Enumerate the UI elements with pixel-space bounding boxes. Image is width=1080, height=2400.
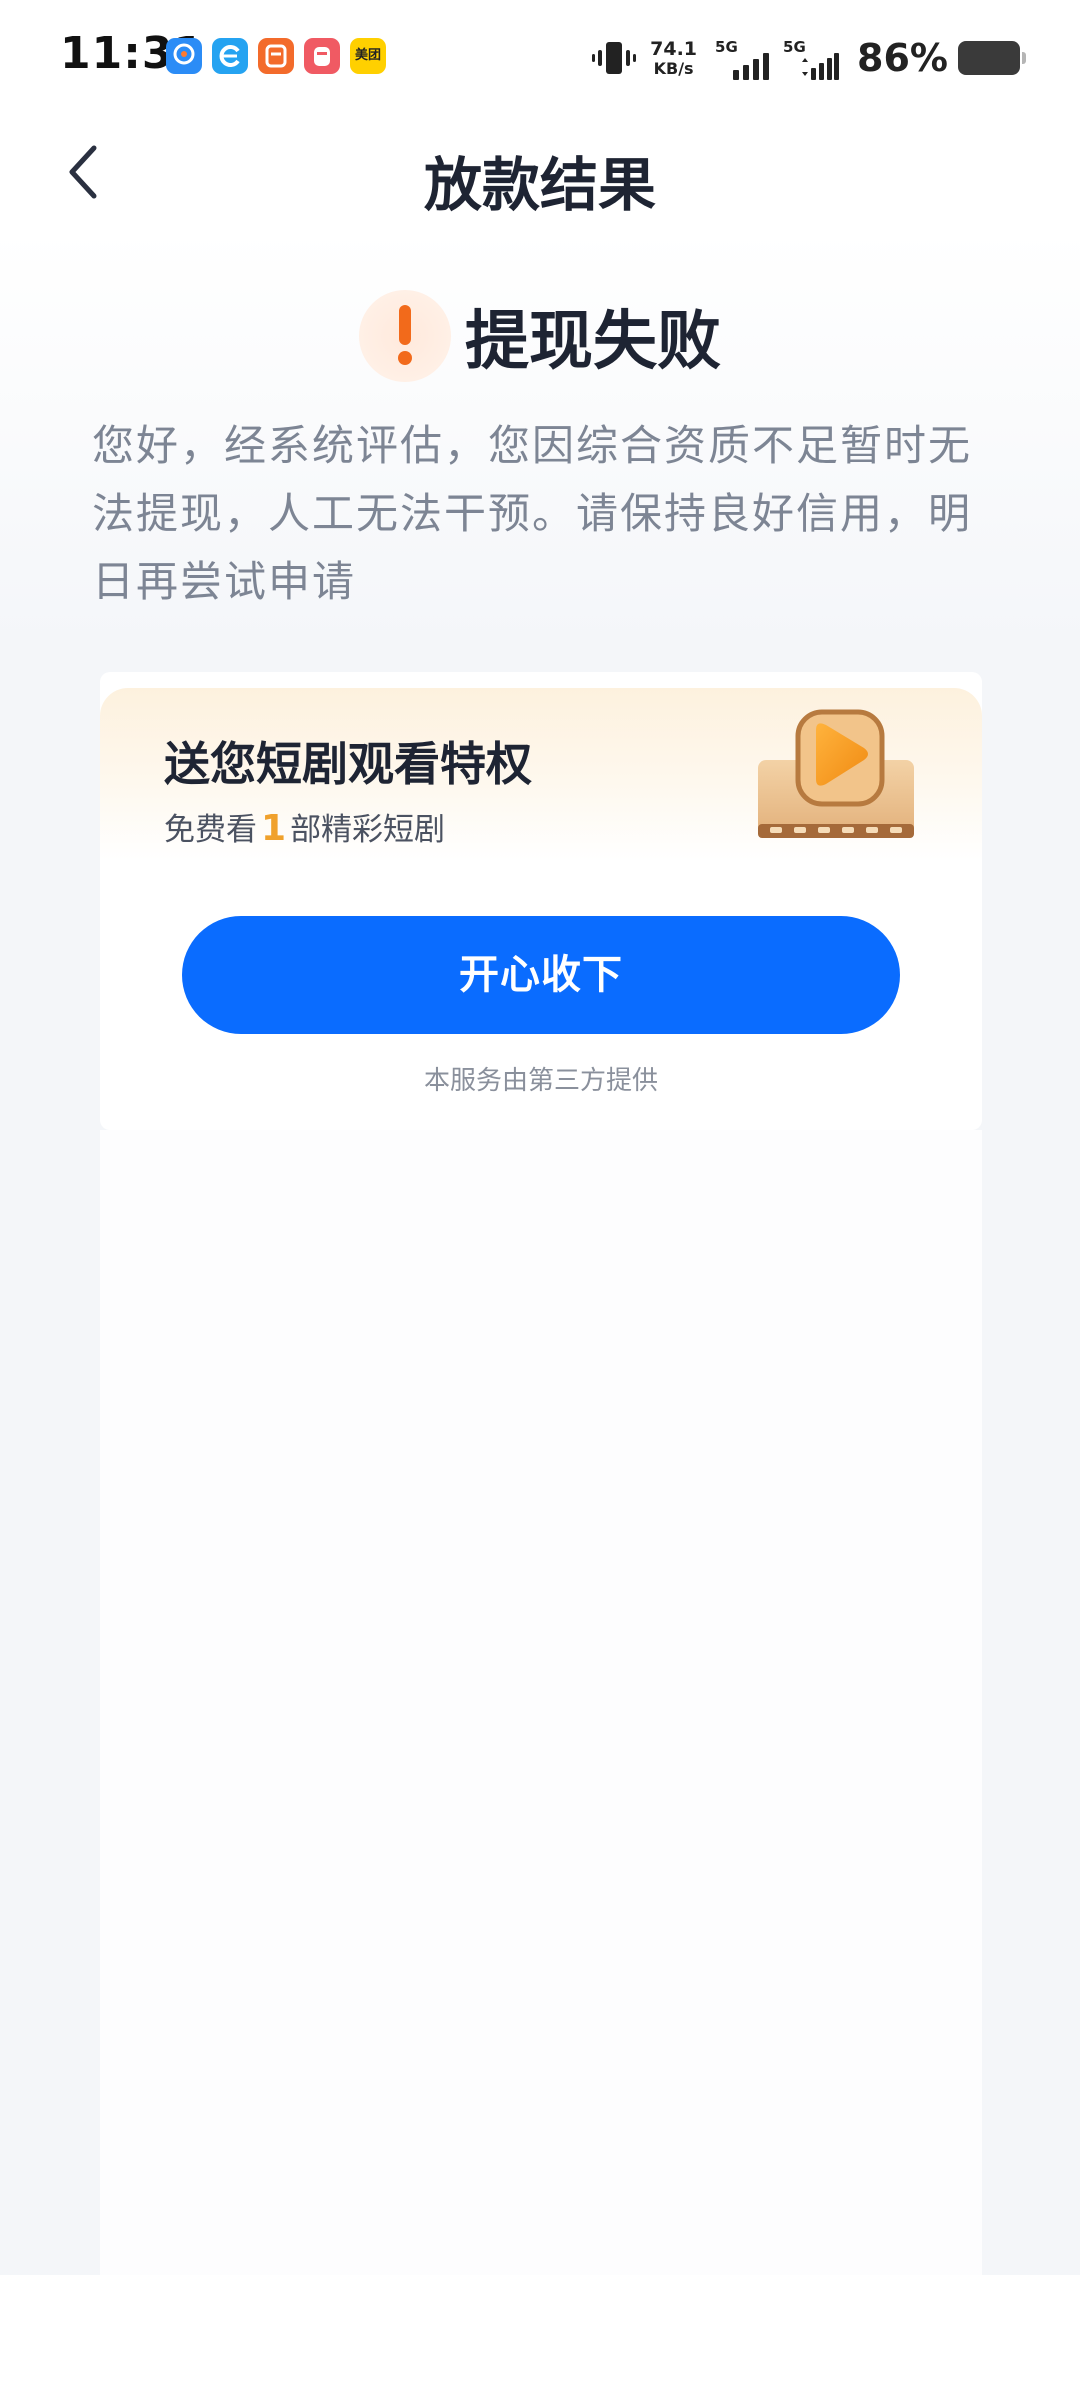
network-speed: 74.1 KB/s bbox=[650, 37, 698, 78]
app-icon-3 bbox=[258, 38, 294, 74]
battery-icon bbox=[958, 41, 1026, 75]
app-icon-2 bbox=[212, 38, 248, 74]
signal-strength-icon-2: 5G bbox=[783, 36, 840, 80]
status-indicators: 74.1 KB/s 5G 5G 86% bbox=[592, 30, 1026, 86]
promo-subtitle: 免费看 1 部精彩短剧 bbox=[164, 804, 445, 849]
result-header: 提现失败 bbox=[0, 290, 1080, 382]
vibrate-icon bbox=[592, 42, 637, 74]
result-title: 提现失败 bbox=[465, 305, 721, 379]
meituan-icon: 美团 bbox=[350, 38, 386, 74]
notification-app-icons: 美团 bbox=[166, 38, 396, 74]
promo-subtitle-suffix: 部精彩短剧 bbox=[290, 812, 446, 848]
navigation-bar: 放款结果 bbox=[0, 116, 1080, 236]
film-play-icon bbox=[758, 709, 914, 838]
signal-strength-icon-1: 5G bbox=[715, 36, 771, 80]
page-title: 放款结果 bbox=[423, 151, 656, 219]
content-panel bbox=[100, 1130, 982, 2275]
promo-count: 1 bbox=[261, 808, 287, 849]
accept-button[interactable]: 开心收下 bbox=[182, 916, 900, 1034]
result-message: 您好，经系统评估，您因综合资质不足暂时无法提现，人工无法干预。请保持良好信用，明… bbox=[92, 421, 973, 606]
app-icon-4 bbox=[304, 38, 340, 74]
network-speed-value: 74.1 bbox=[650, 37, 698, 60]
promo-subtitle-prefix: 免费看 bbox=[164, 812, 257, 848]
app-icon-1 bbox=[166, 38, 202, 74]
battery-percentage: 86% bbox=[857, 36, 948, 80]
promo-card: 送您短剧观看特权 免费看 1 部精彩短剧 开心收下 本服务由第三方提供 bbox=[100, 672, 982, 1130]
promo-title: 送您短剧观看特权 bbox=[164, 737, 532, 791]
third-party-provider-note: 本服务由第三方提供 bbox=[423, 1066, 658, 1096]
warning-icon bbox=[359, 290, 451, 382]
status-bar: 11:31 美团 74.1 KB/s 5G 5G 86% bbox=[0, 0, 1080, 116]
network-speed-unit: KB/s bbox=[653, 58, 694, 78]
